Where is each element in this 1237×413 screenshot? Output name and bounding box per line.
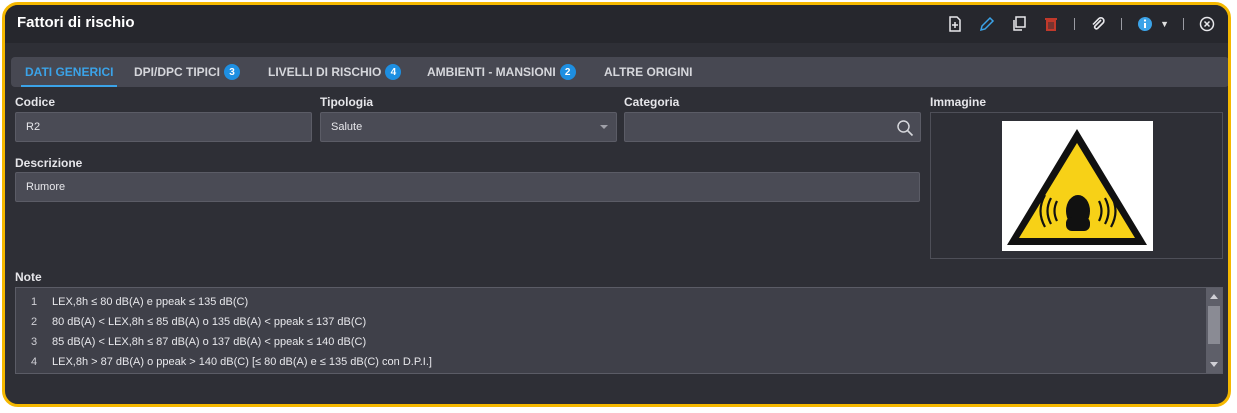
- tab-label: DPI/DPC TIPICI: [134, 65, 221, 79]
- tab-label: AMBIENTI - MANSIONI: [427, 65, 556, 79]
- tab-label: LIVELLI DI RISCHIO: [268, 65, 382, 79]
- note-text: LEX,8h > 87 dB(A) o ppeak > 140 dB(C) [≤…: [52, 356, 432, 368]
- close-circle-icon[interactable]: [1198, 15, 1216, 33]
- dropdown-arrow-icon: [600, 125, 608, 129]
- tab-label: DATI GENERICI: [25, 65, 114, 79]
- note-line: 2 80 dB(A) < LEX,8h ≤ 85 dB(A) o 135 dB(…: [16, 312, 366, 332]
- tab-ambienti-mansioni[interactable]: AMBIENTI - MANSIONI 2: [427, 57, 576, 87]
- scrollbar-thumb[interactable]: [1208, 306, 1220, 344]
- line-number: 1: [30, 296, 38, 308]
- note-line: 3 85 dB(A) < LEX,8h ≤ 87 dB(A) o 137 dB(…: [16, 332, 366, 352]
- dialog-window: Fattori di rischio ▼ DATI GENERICI DPI/D…: [2, 2, 1231, 407]
- toolbar-separator: [1074, 18, 1076, 30]
- codice-value: R2: [26, 121, 41, 133]
- toolbar: ▼: [946, 13, 1216, 35]
- tab-dpi-dpc-tipici[interactable]: DPI/DPC TIPICI 3: [134, 57, 241, 87]
- note-line: 4 LEX,8h > 87 dB(A) o ppeak > 140 dB(C) …: [16, 352, 432, 372]
- descrizione-field[interactable]: Rumore: [15, 172, 920, 202]
- tipologia-value: Salute: [331, 121, 363, 133]
- attach-paperclip-icon[interactable]: [1089, 15, 1107, 33]
- tipologia-select[interactable]: Salute: [320, 112, 617, 142]
- copy-icon[interactable]: [1010, 15, 1028, 33]
- immagine-label: Immagine: [930, 95, 987, 109]
- tab-livelli-di-rischio[interactable]: LIVELLI DI RISCHIO 4: [268, 57, 402, 87]
- note-text: 85 dB(A) < LEX,8h ≤ 87 dB(A) o 137 dB(A)…: [52, 336, 367, 348]
- count-badge: 4: [385, 64, 402, 80]
- image-preview-box[interactable]: [930, 112, 1223, 259]
- note-label: Note: [15, 270, 42, 284]
- tab-altre-origini[interactable]: ALTRE ORIGINI: [604, 57, 692, 87]
- new-document-icon[interactable]: [946, 15, 964, 33]
- tab-dati-generici[interactable]: DATI GENERICI: [20, 57, 118, 87]
- info-icon[interactable]: [1136, 15, 1154, 33]
- note-textarea[interactable]: 1 LEX,8h ≤ 80 dB(A) e ppeak ≤ 135 dB(C) …: [15, 287, 1223, 374]
- scroll-down-arrow-icon[interactable]: [1210, 362, 1218, 367]
- tab-bar: DATI GENERICI DPI/DPC TIPICI 3 LIVELLI D…: [11, 57, 1228, 87]
- categoria-label: Categoria: [624, 95, 680, 109]
- title-bar: Fattori di rischio ▼: [5, 5, 1228, 43]
- vertical-scrollbar[interactable]: [1206, 288, 1222, 373]
- descrizione-value: Rumore: [26, 181, 66, 193]
- line-number: 3: [30, 336, 38, 348]
- noise-hazard-warning-icon: [1007, 129, 1147, 245]
- tipologia-label: Tipologia: [320, 95, 374, 109]
- noise-hazard-sign-image: [1002, 121, 1153, 251]
- search-icon[interactable]: [896, 119, 914, 137]
- line-number: 2: [30, 316, 38, 328]
- count-badge: 2: [559, 64, 576, 80]
- descrizione-label: Descrizione: [15, 156, 83, 170]
- toolbar-separator: [1183, 18, 1184, 30]
- count-badge: 3: [224, 64, 241, 80]
- toolbar-separator: [1121, 18, 1123, 30]
- scroll-up-arrow-icon[interactable]: [1210, 294, 1218, 299]
- codice-field[interactable]: R2: [15, 112, 312, 142]
- window-title: Fattori di rischio: [17, 14, 135, 31]
- edit-pencil-icon[interactable]: [978, 15, 996, 33]
- tab-label: ALTRE ORIGINI: [604, 65, 693, 79]
- note-text: 80 dB(A) < LEX,8h ≤ 85 dB(A) o 135 dB(A)…: [52, 316, 367, 328]
- chevron-down-icon[interactable]: ▼: [1160, 19, 1169, 29]
- codice-label: Codice: [15, 95, 56, 109]
- delete-trash-icon[interactable]: [1042, 15, 1060, 33]
- line-number: 4: [30, 356, 38, 368]
- note-line: 1 LEX,8h ≤ 80 dB(A) e ppeak ≤ 135 dB(C): [16, 292, 248, 312]
- categoria-field[interactable]: [624, 112, 921, 142]
- note-text: LEX,8h ≤ 80 dB(A) e ppeak ≤ 135 dB(C): [52, 296, 249, 308]
